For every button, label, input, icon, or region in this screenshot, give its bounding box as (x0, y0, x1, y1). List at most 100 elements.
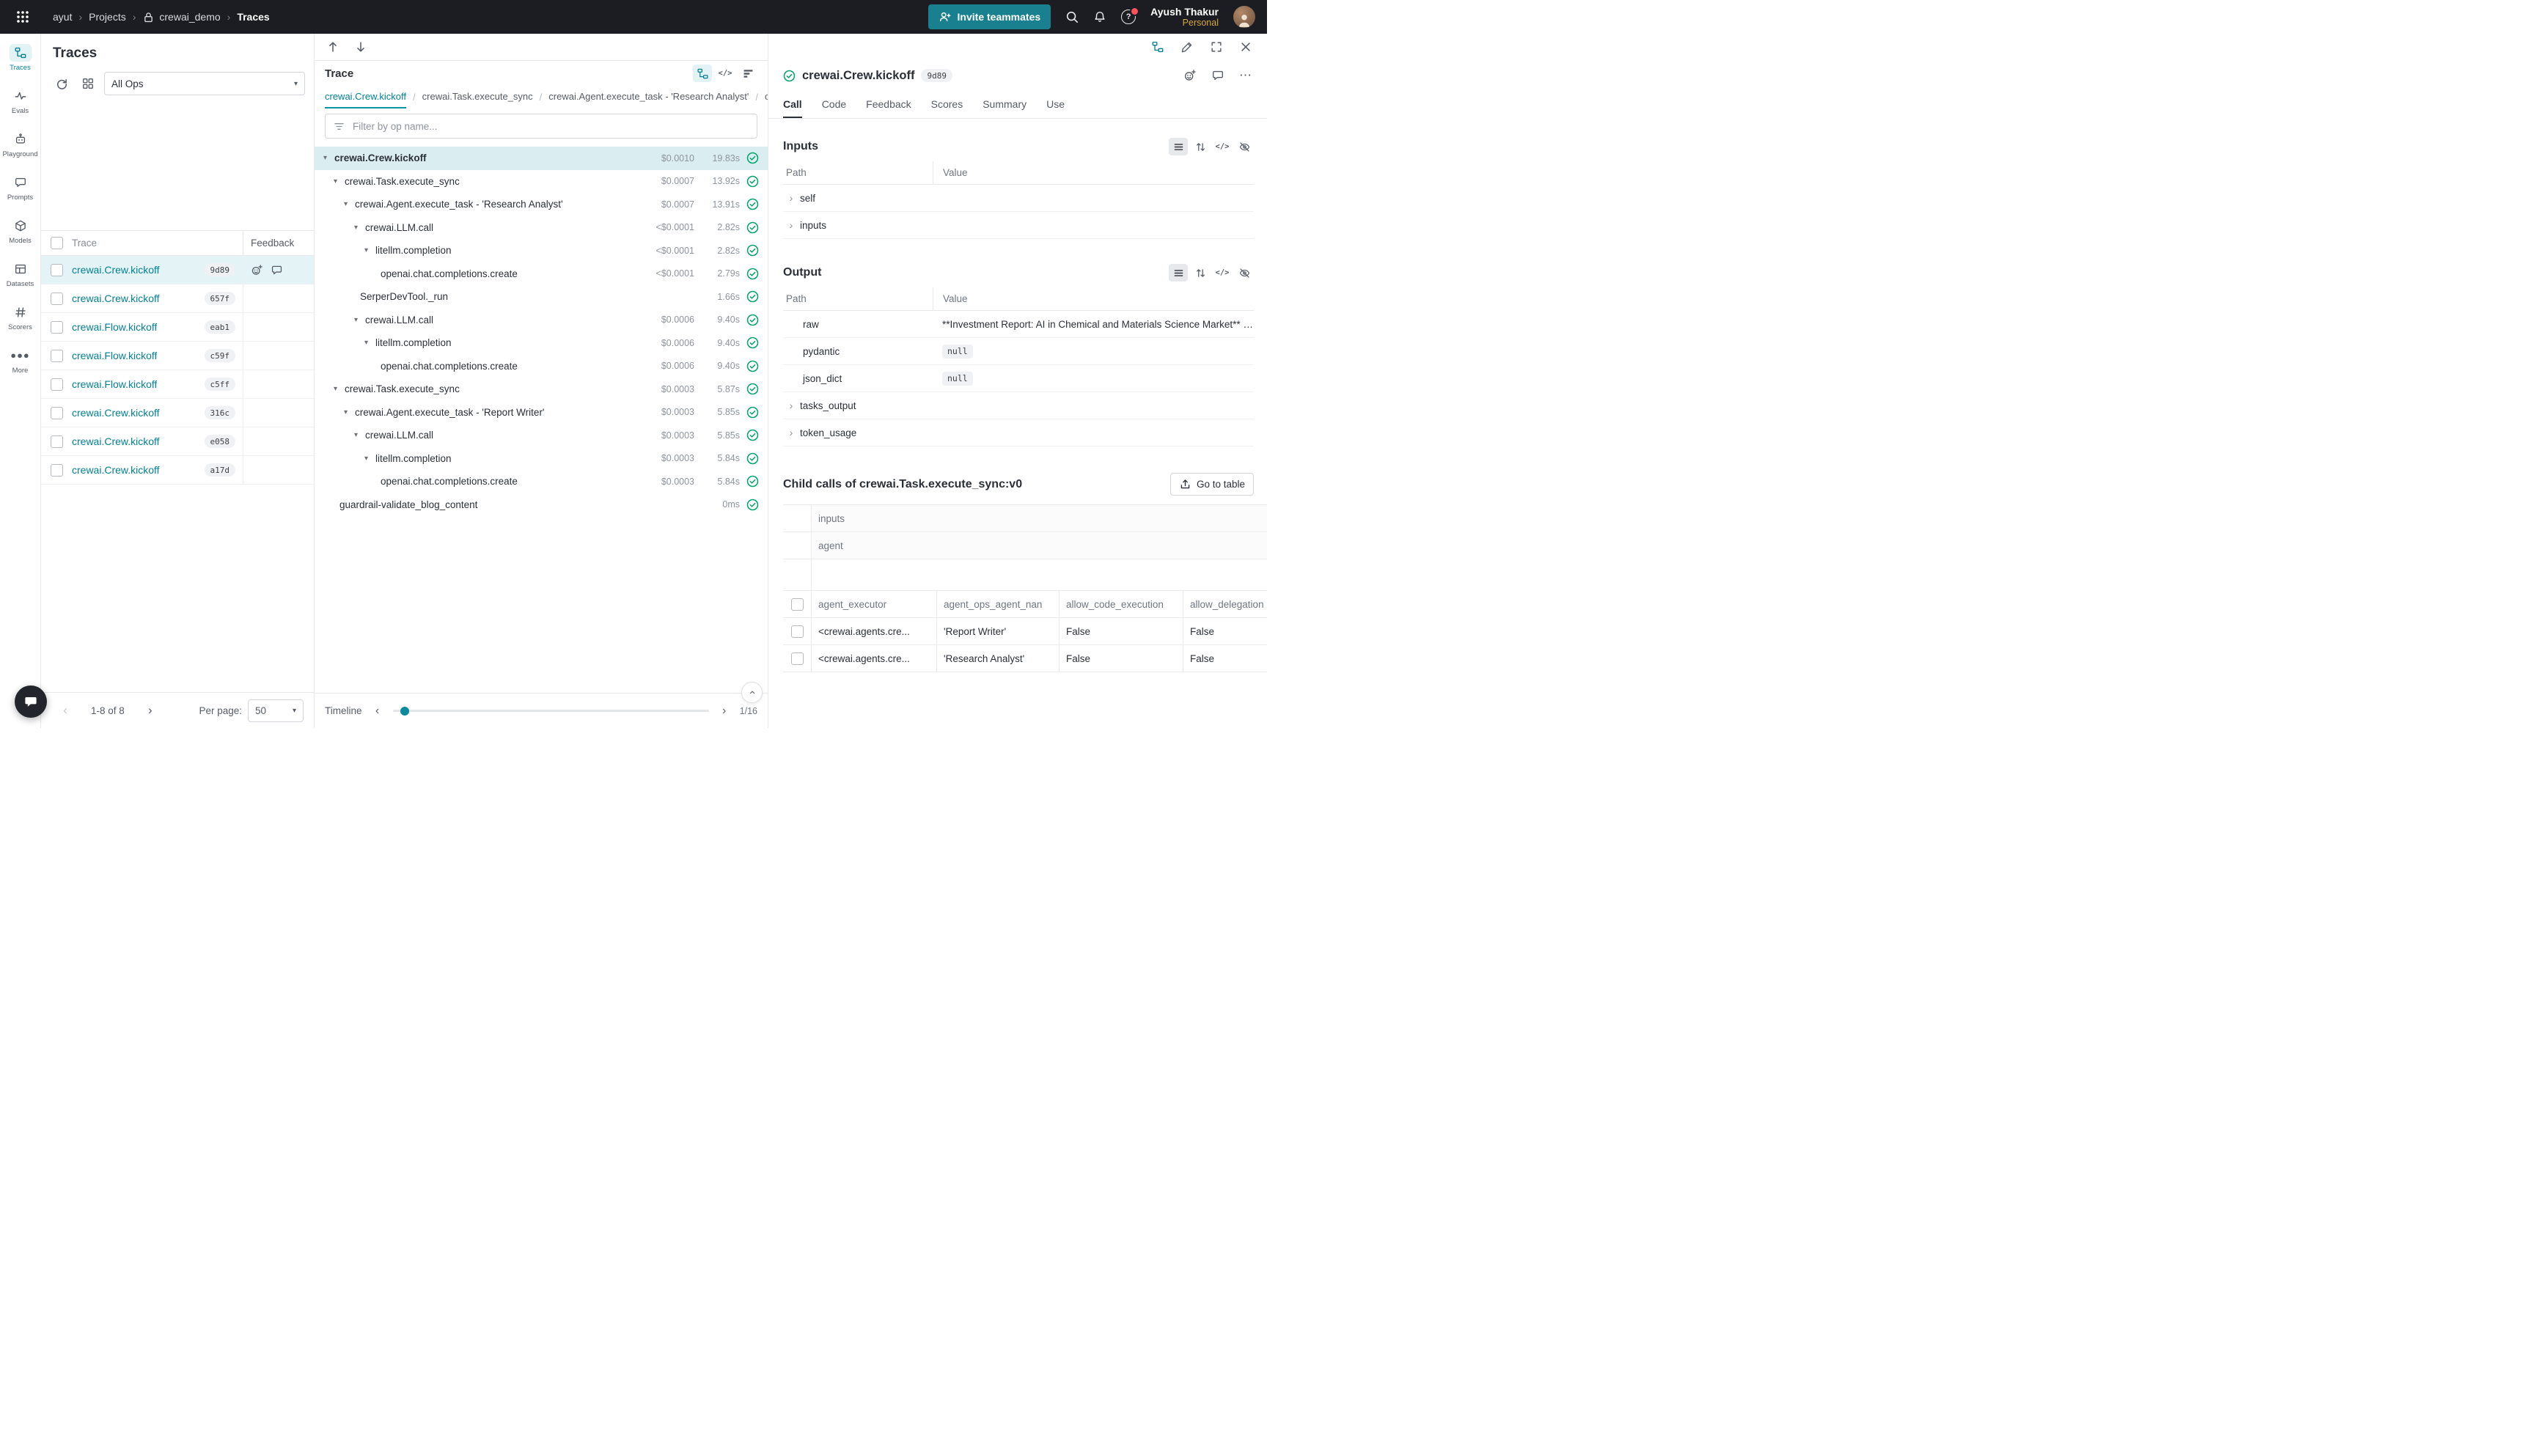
tree-row[interactable]: openai.chat.completions.create $0.00069.… (315, 355, 768, 378)
timeline-next-button[interactable]: › (718, 705, 731, 718)
tree-row[interactable]: openai.chat.completions.create <$0.00012… (315, 262, 768, 286)
sidebar-item-traces[interactable]: Traces (0, 44, 40, 72)
path-segment[interactable]: crewai.LLM.cal (765, 86, 768, 109)
row-checkbox[interactable] (51, 293, 63, 305)
tree-row[interactable]: openai.chat.completions.create $0.00035.… (315, 470, 768, 493)
intercom-chat-button[interactable] (15, 685, 47, 718)
trace-column-header[interactable]: Trace (72, 231, 243, 255)
chevron-down-icon[interactable]: ▾ (323, 154, 334, 162)
tree-row[interactable]: ▾ crewai.Agent.execute_task - 'Report Wr… (315, 401, 768, 424)
chevron-right-icon[interactable]: › (786, 400, 796, 411)
prev-page-button[interactable]: ‹ (56, 703, 75, 718)
chevron-down-icon[interactable]: ▾ (354, 316, 365, 324)
chevron-down-icon[interactable]: ▾ (334, 385, 345, 393)
list-view-button[interactable] (1169, 138, 1188, 155)
tree-row[interactable]: ▾ litellm.completion $0.00035.84s (315, 447, 768, 471)
chevron-right-icon[interactable]: › (786, 192, 796, 204)
overflow-menu-icon[interactable]: ⋯ (1239, 72, 1252, 79)
sidebar-item-more[interactable]: ●●● More (0, 347, 40, 375)
help-icon[interactable]: ? (1121, 10, 1136, 24)
sidebar-item-prompts[interactable]: Prompts (0, 174, 40, 202)
next-trace-button[interactable] (354, 40, 367, 54)
row-checkbox[interactable] (51, 435, 63, 448)
tree-row[interactable]: ▾ crewai.LLM.call $0.00035.85s (315, 424, 768, 447)
hide-values-button[interactable] (1235, 264, 1254, 282)
chevron-down-icon[interactable]: ▾ (364, 339, 375, 347)
previous-trace-button[interactable] (326, 40, 339, 54)
input-row-inputs[interactable]: ›inputs (783, 212, 1254, 239)
column-header[interactable]: allow_delegation (1183, 591, 1267, 617)
output-row-pydantic[interactable]: pydantic null (783, 338, 1254, 365)
chevron-right-icon[interactable]: › (786, 427, 796, 438)
column-header[interactable]: allow_code_execution (1059, 591, 1183, 617)
tree-row[interactable]: ▾ litellm.completion <$0.00012.82s (315, 239, 768, 262)
path-segment[interactable]: crewai.Task.execute_sync (422, 86, 533, 109)
tab-code[interactable]: Code (822, 91, 846, 118)
breadcrumb-projects[interactable]: Projects (89, 11, 126, 23)
column-header[interactable]: agent_ops_agent_nan (936, 591, 1059, 617)
edit-pencil-button[interactable] (1180, 40, 1194, 54)
chevron-down-icon[interactable]: ▾ (364, 455, 375, 463)
invite-teammates-button[interactable]: Invite teammates (928, 4, 1051, 29)
chevron-right-icon[interactable]: › (786, 219, 796, 231)
timeline-slider[interactable] (393, 710, 709, 712)
tab-use[interactable]: Use (1046, 91, 1065, 118)
output-row-token-usage[interactable]: ›token_usage (783, 419, 1254, 446)
row-checkbox[interactable] (51, 350, 63, 362)
row-checkbox[interactable] (51, 321, 63, 334)
tree-view-button[interactable] (693, 65, 712, 82)
tab-scores[interactable]: Scores (931, 91, 963, 118)
column-settings-button[interactable] (78, 73, 98, 94)
row-checkbox[interactable] (791, 625, 804, 638)
search-icon[interactable] (1065, 10, 1079, 23)
sidebar-item-evals[interactable]: Evals (0, 87, 40, 115)
select-all-checkbox[interactable] (791, 598, 804, 611)
timeline-prev-button[interactable]: ‹ (371, 705, 384, 718)
notifications-bell-icon[interactable] (1093, 10, 1106, 23)
comment-icon[interactable] (1211, 69, 1224, 82)
trace-list-row[interactable]: crewai.Flow.kickoffeab1 (41, 313, 314, 342)
expand-values-button[interactable] (1191, 138, 1210, 155)
collapse-timeline-button[interactable]: › (741, 682, 763, 703)
sidebar-item-models[interactable]: Models (0, 217, 40, 245)
path-segment[interactable]: crewai.Agent.execute_task - 'Research An… (548, 86, 749, 109)
tab-summary[interactable]: Summary (983, 91, 1027, 118)
fullscreen-button[interactable] (1210, 40, 1223, 54)
chevron-down-icon[interactable]: ▾ (354, 224, 365, 232)
code-view-button[interactable]: </> (1213, 264, 1232, 282)
trace-list-row[interactable]: crewai.Flow.kickoffc5ff (41, 370, 314, 399)
flame-graph-view-button[interactable] (738, 65, 757, 82)
breadcrumb-project[interactable]: crewai_demo (142, 11, 220, 23)
code-view-button[interactable]: </> (1213, 138, 1232, 155)
tree-row[interactable]: ▾ crewai.Crew.kickoff $0.001019.83s (315, 147, 768, 170)
trace-list-row[interactable]: crewai.Crew.kickoffa17d (41, 456, 314, 485)
row-checkbox[interactable] (51, 378, 63, 391)
column-header[interactable]: agent_executor (811, 591, 936, 617)
breadcrumb-entity[interactable]: ayut (53, 11, 72, 23)
timeline-slider-knob[interactable] (400, 707, 409, 716)
trace-list-row[interactable]: crewai.Flow.kickoffc59f (41, 342, 314, 370)
sidebar-item-datasets[interactable]: Datasets (0, 260, 40, 288)
trace-list-row[interactable]: crewai.Crew.kickoff316c (41, 399, 314, 427)
chevron-down-icon[interactable]: ▾ (364, 246, 375, 254)
tree-row[interactable]: ▾ crewai.Task.execute_sync $0.00035.87s (315, 378, 768, 401)
feedback-column-header[interactable]: Feedback (243, 231, 314, 255)
comment-icon[interactable] (271, 264, 283, 276)
tree-row[interactable]: ▾ crewai.Task.execute_sync $0.000713.92s (315, 170, 768, 194)
code-view-button[interactable]: </> (716, 65, 735, 82)
chevron-down-icon[interactable]: ▾ (344, 200, 355, 208)
row-checkbox[interactable] (51, 464, 63, 477)
tree-layout-button[interactable] (1151, 40, 1164, 54)
wandb-logo-icon[interactable] (12, 6, 34, 28)
list-view-button[interactable] (1169, 264, 1188, 282)
input-row-self[interactable]: ›self (783, 185, 1254, 212)
avatar[interactable] (1233, 6, 1255, 28)
row-checkbox[interactable] (51, 264, 63, 276)
tree-row[interactable]: ▾ litellm.completion $0.00069.40s (315, 331, 768, 355)
sidebar-item-playground[interactable]: Playground (0, 130, 40, 158)
select-all-checkbox[interactable] (51, 237, 63, 249)
sidebar-item-scorers[interactable]: Scorers (0, 304, 40, 331)
row-checkbox[interactable] (791, 652, 804, 665)
per-page-dropdown[interactable]: 50▾ (248, 699, 304, 722)
chevron-down-icon[interactable]: ▾ (354, 431, 365, 439)
